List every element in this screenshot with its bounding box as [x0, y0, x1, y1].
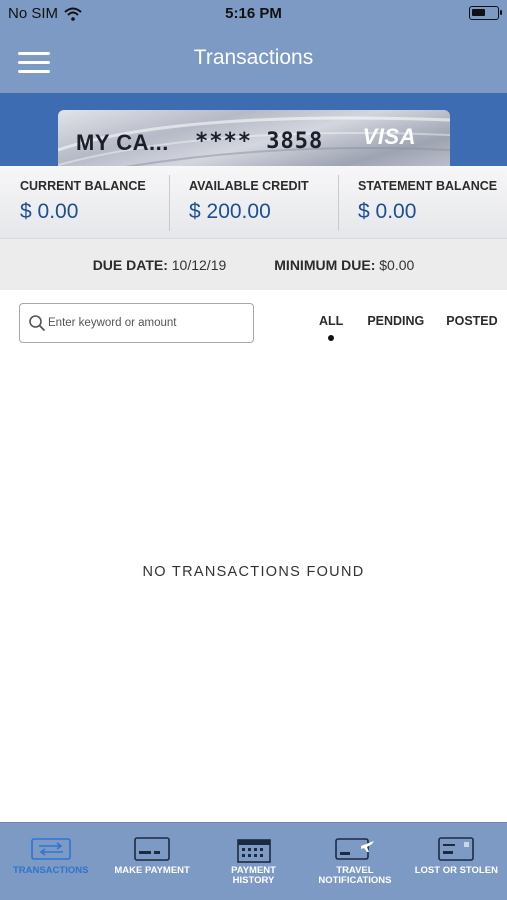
due-date-value: 10/12/19 [171, 256, 227, 273]
battery-icon [469, 6, 502, 20]
tab-make-payment[interactable]: MAKE PAYMENT [101, 823, 202, 900]
filter-pending[interactable]: PENDING [367, 314, 424, 328]
battery-level [472, 9, 485, 16]
available-credit: AVAILABLE CREDIT $ 200.00 [169, 166, 338, 238]
due-date-label: DUE DATE: [92, 256, 168, 273]
card-alert-icon [438, 837, 475, 861]
balance-label: STATEMENT BALANCE [358, 179, 498, 193]
balance-value: $ 0.00 [358, 200, 417, 223]
tab-label: LOST OR STOLEN [414, 865, 498, 876]
search-input[interactable] [48, 312, 248, 334]
tab-label: PAYMENT HISTORY [203, 866, 304, 886]
status-time: 5:16 PM [225, 5, 282, 22]
filter-label: PENDING [367, 314, 425, 328]
tab-label: MAKE PAYMENT [114, 865, 190, 876]
tab-label-text: TRAVEL NOTIFICATIONS [318, 865, 392, 886]
current-balance: CURRENT BALANCE $ 0.00 [0, 166, 169, 238]
minimum-due: MINIMUM DUE: $0.00 [274, 257, 414, 273]
selected-indicator [328, 335, 335, 341]
balance-value: $ 0.00 [20, 200, 79, 223]
search-icon [29, 315, 45, 331]
tab-payment-history[interactable]: PAYMENT HISTORY [203, 823, 304, 900]
balance-label: AVAILABLE CREDIT [189, 179, 309, 193]
page-title: Transactions [193, 46, 314, 69]
card-band: MY CA... **** 3858 VISA [0, 93, 507, 167]
minimum-due-label: MINIMUM DUE: [274, 256, 376, 273]
balance-summary: CURRENT BALANCE $ 0.00 AVAILABLE CREDIT … [0, 166, 507, 239]
tab-transactions[interactable]: TRANSACTIONS [0, 823, 101, 900]
due-info: DUE DATE: 10/12/19 MINIMUM DUE: $0.00 [0, 239, 507, 290]
due-date: DUE DATE: 10/12/19 [93, 257, 227, 273]
airplane-card-icon [335, 838, 374, 860]
calendar-icon [236, 839, 271, 863]
empty-state-message: NO TRANSACTIONS FOUND [142, 564, 365, 580]
tab-label-text: PAYMENT HISTORY [231, 865, 276, 886]
tab-lost-or-stolen[interactable]: LOST OR STOLEN [406, 823, 507, 900]
minimum-due-value: $0.00 [379, 256, 415, 273]
app-header: No SIM 5:16 PM Transactions [0, 0, 507, 93]
filter-all[interactable]: ALL [319, 314, 344, 341]
filter-label: POSTED [446, 314, 498, 328]
filter-label: ALL [319, 314, 344, 328]
card-name: MY CA... [76, 130, 169, 155]
card-brand-logo: VISA [362, 124, 416, 149]
statement-balance: STATEMENT BALANCE $ 0.00 [338, 166, 507, 238]
menu-line [18, 70, 50, 73]
status-bar: No SIM 5:16 PM [0, 0, 507, 28]
transactions-icon [30, 838, 71, 860]
tab-travel-notifications[interactable]: TRAVEL NOTIFICATIONS [304, 823, 405, 900]
transaction-filter: ALL PENDING POSTED [312, 314, 498, 341]
balance-label: CURRENT BALANCE [20, 179, 146, 193]
filter-posted[interactable]: POSTED [446, 314, 497, 328]
balance-value: $ 200.00 [189, 200, 271, 223]
bottom-tab-bar: TRANSACTIONS MAKE PAYMENT PAYMENT HISTOR… [0, 822, 507, 900]
card-number: **** 3858 [195, 129, 324, 154]
card-icon [134, 837, 170, 861]
tab-label: TRANSACTIONS [12, 865, 89, 876]
credit-card-image[interactable]: MY CA... **** 3858 VISA [58, 110, 450, 167]
search-box[interactable] [19, 303, 254, 343]
tab-label: TRAVEL NOTIFICATIONS [304, 866, 405, 886]
